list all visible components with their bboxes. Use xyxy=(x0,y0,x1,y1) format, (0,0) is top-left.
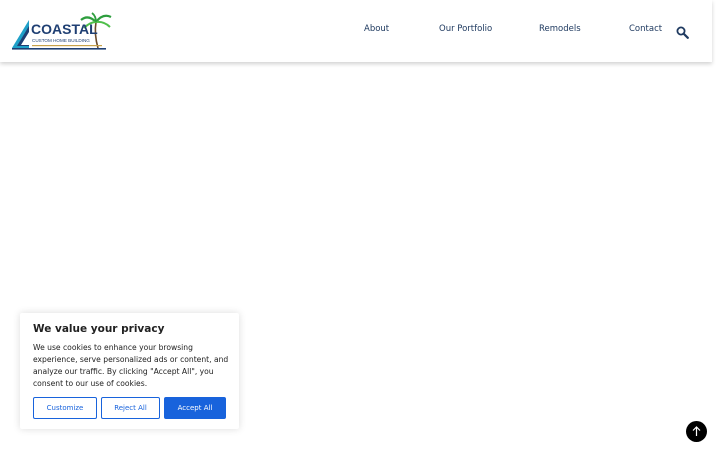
back-to-top-button[interactable] xyxy=(686,421,707,442)
page-scrollbar[interactable] xyxy=(712,0,720,450)
nav-our-portfolio[interactable]: Our Portfolio xyxy=(439,24,492,34)
cookie-consent-banner: We value your privacy We use cookies to … xyxy=(20,313,239,429)
accept-all-button[interactable]: Accept All xyxy=(164,397,226,419)
arrow-up-icon xyxy=(692,426,701,436)
search-icon[interactable] xyxy=(676,24,689,39)
cookie-description: We use cookies to enhance your browsing … xyxy=(33,343,229,388)
customize-button[interactable]: Customize xyxy=(33,397,97,419)
main-nav: About Our Portfolio Remodels Contact xyxy=(0,0,712,62)
nav-about[interactable]: About xyxy=(364,24,389,34)
reject-all-button[interactable]: Reject All xyxy=(101,397,160,419)
nav-contact[interactable]: Contact xyxy=(629,24,662,34)
site-header: COASTAL CUSTOM HOME BUILDING About Our P… xyxy=(0,0,712,62)
cookie-title: We value your privacy xyxy=(33,323,165,335)
nav-remodels[interactable]: Remodels xyxy=(539,24,581,34)
